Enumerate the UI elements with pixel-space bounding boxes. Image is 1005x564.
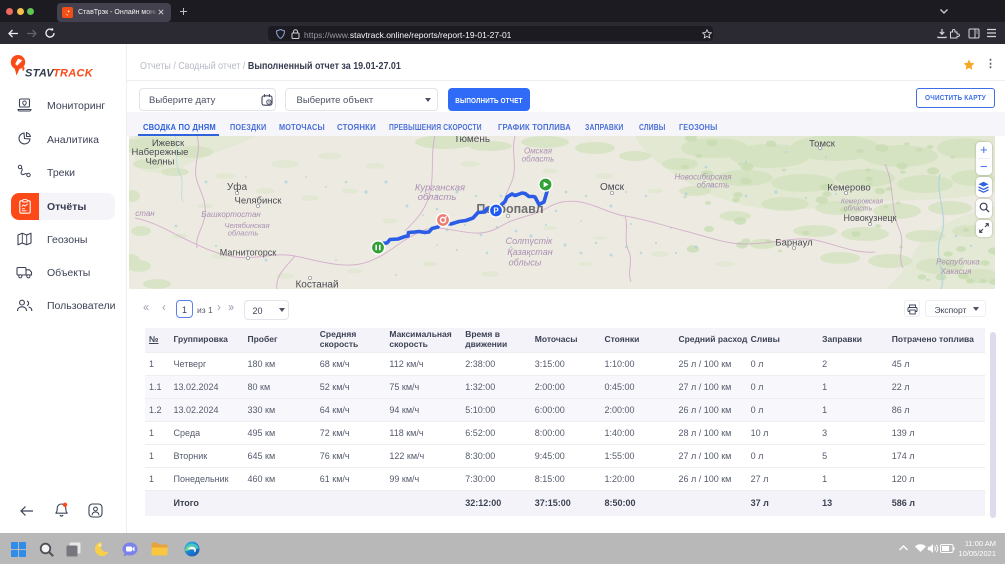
svg-text:Омск: Омск <box>600 182 625 193</box>
svg-text:Тюмень: Тюмень <box>454 136 490 145</box>
svg-text:Хакасия: Хакасия <box>940 267 972 276</box>
svg-text:область: область <box>418 192 457 203</box>
svg-text:стан: стан <box>135 209 155 218</box>
svg-text:P: P <box>493 207 499 216</box>
svg-text:Костанай: Костанай <box>295 280 338 290</box>
svg-text:Томск: Томск <box>809 139 836 150</box>
svg-text:область: область <box>522 155 555 164</box>
svg-text:Уфа: Уфа <box>227 181 248 193</box>
svg-text:TRACK: TRACK <box>53 68 94 80</box>
svg-text:Кемерово: Кемерово <box>827 183 870 194</box>
svg-text:Қазақстан: Қазақстан <box>507 247 552 257</box>
svg-text:Новокузнецк: Новокузнецк <box>844 213 897 223</box>
svg-text:Челны: Челны <box>146 157 175 168</box>
svg-text:Магнитогорск: Магнитогорск <box>220 248 277 258</box>
svg-text:Барнаул: Барнаул <box>775 238 812 249</box>
svg-text:область: область <box>697 181 730 190</box>
svg-text:область: область <box>844 205 873 213</box>
svg-text:облысы: облысы <box>509 258 542 268</box>
svg-text:Башкортостан: Башкортостан <box>201 210 261 219</box>
svg-text:STAV: STAV <box>25 68 55 80</box>
svg-text:Кемеровская: Кемеровская <box>841 199 884 206</box>
svg-text:Челябинск: Челябинск <box>235 196 283 207</box>
svg-text:Республика: Республика <box>936 258 980 267</box>
svg-text:Солтүстік: Солтүстік <box>506 236 553 246</box>
svg-text:область: область <box>228 229 259 238</box>
